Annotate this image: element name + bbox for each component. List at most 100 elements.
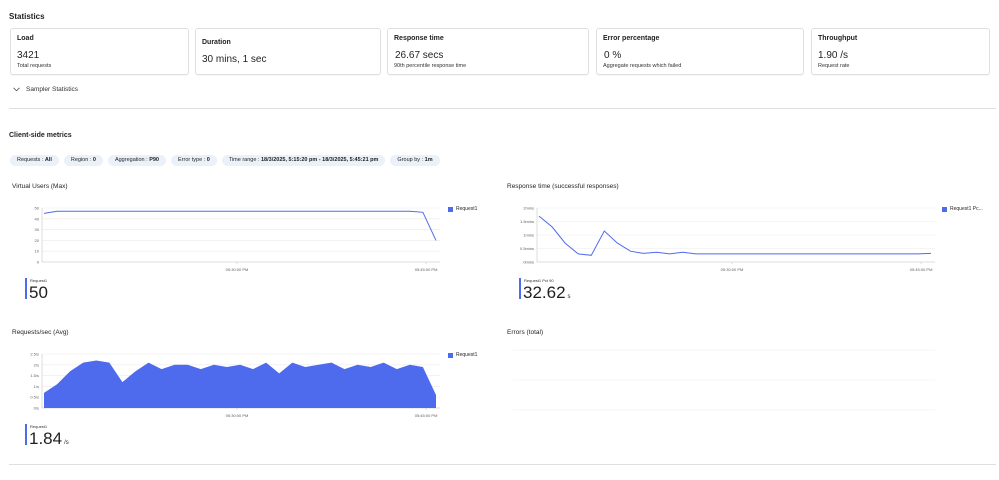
errors-chart (513, 349, 935, 411)
stat-value: 3421 (17, 50, 40, 61)
filter-value: All (44, 157, 52, 163)
filter-error-type[interactable]: Error type : 0 (171, 155, 217, 166)
stat-value: 1.90 /s (818, 50, 849, 61)
stat-sub: Aggregate requests which failed (603, 63, 682, 69)
chart-title-requests-per-sec: Requests/sec (Avg) (12, 329, 69, 336)
y-tick-label: 1.5mins (520, 219, 534, 224)
metric-unit: s (567, 294, 571, 300)
stat-label: Response time (394, 35, 444, 42)
filter-requests[interactable]: Requests : All (10, 155, 59, 166)
x-tick-label: 05:45:00 PM (415, 413, 438, 418)
stat-card-load: Load 3421 Total requests (10, 28, 189, 75)
divider (9, 108, 996, 109)
y-tick-label: 2mins (523, 206, 534, 211)
y-tick-label: 1mins (523, 233, 534, 238)
legend-swatch (942, 206, 947, 212)
y-tick-label: 40 (35, 216, 40, 221)
filter-group-by[interactable]: Group by : 1m (390, 155, 440, 166)
stat-value: 30 mins, 1 sec (202, 54, 267, 65)
metric-value: 32.62 s (523, 284, 571, 306)
metric-number: 50 (29, 283, 48, 302)
x-tick-label: 05:45:00 PM (910, 267, 933, 272)
chart-title-response-time: Response time (successful responses) (507, 183, 619, 190)
x-tick-label: 05:45:00 PM (415, 267, 438, 272)
metric-value: 1.84/s (29, 430, 69, 452)
stat-value: 0 % (604, 50, 622, 61)
stat-value: 26.67 secs (395, 50, 444, 61)
filter-bar: Requests : All Region : 0 Aggregation : … (10, 155, 440, 166)
y-tick-label: 0 (37, 260, 40, 265)
series-line (43, 210, 437, 241)
filter-key: Requests : (17, 157, 44, 163)
metric-accent-bar (25, 278, 27, 299)
legend-swatch (448, 206, 453, 212)
filter-value: P90 (149, 157, 159, 163)
legend-requests-per-sec: Request1 (448, 352, 477, 358)
stat-card-duration: Duration 30 mins, 1 sec (195, 28, 381, 75)
y-tick-label: 0.5/s (30, 395, 39, 400)
metric-virtual-users: Request1 50 (25, 278, 105, 301)
y-tick-label: 1/s (34, 384, 39, 389)
chevron-down-icon (13, 87, 20, 92)
metric-unit: /s (64, 440, 69, 446)
legend-virtual-users: Request1 (448, 206, 477, 212)
client-metrics-title: Client-side metrics (9, 132, 72, 139)
y-tick-label: 0.5mins (520, 246, 534, 251)
statistics-title: Statistics (9, 12, 45, 21)
divider (9, 464, 996, 465)
filter-key: Group by : (397, 157, 424, 163)
filter-key: Error type : (178, 157, 206, 163)
filter-value: 0 (206, 157, 210, 163)
stat-card-throughput: Throughput 1.90 /s Request rate (811, 28, 990, 75)
stat-card-response-time: Response time 26.67 secs 90th percentile… (387, 28, 589, 75)
series-line (538, 215, 932, 256)
stat-sub: 90th percentile response time (394, 63, 467, 69)
y-tick-label: 1.5/s (30, 373, 39, 378)
filter-value: 1m (424, 157, 433, 163)
metric-number: 1.84 (29, 429, 63, 448)
y-tick-label: 2/s (34, 362, 39, 367)
x-tick-label: 05:30:00 PM (226, 413, 249, 418)
filter-aggregation[interactable]: Aggregation : P90 (107, 155, 166, 166)
legend-swatch (448, 352, 453, 358)
filter-region[interactable]: Region : 0 (63, 155, 103, 166)
metric-requests-per-sec: Request1 1.84/s (25, 424, 115, 448)
filter-value: 18/3/2025, 5:15:20 pm - 18/3/2025, 5:45:… (261, 157, 379, 163)
y-tick-label: 0/s (34, 406, 39, 411)
y-tick-label: 20 (35, 238, 40, 243)
sampler-statistics-toggle[interactable]: Sampler Statistics (13, 86, 78, 93)
y-tick-label: 10 (35, 249, 40, 254)
virtual-users-chart: 50 40 30 20 10 0 05:30:00 PM 05:45:00 PM (35, 206, 440, 272)
y-tick-label: 50 (35, 206, 40, 211)
legend-label: Request1 (456, 352, 478, 358)
legend-label: Request1 Pc... (950, 206, 983, 212)
response-time-chart: 2mins 1.5mins 1mins 0.5mins 0mins 05:30:00 PM… (520, 206, 935, 272)
metric-accent-bar (25, 424, 27, 445)
filter-value: 0 (92, 157, 96, 163)
y-tick-label: 30 (35, 227, 40, 232)
filter-key: Region : (70, 157, 92, 163)
metric-response-time: Request1 Pct 90 32.62 s (519, 278, 609, 301)
metric-number: 32.62 (523, 283, 566, 302)
series-area (44, 360, 436, 408)
filter-time-range[interactable]: Time range : 18/3/2025, 5:15:20 pm - 18/… (221, 155, 386, 166)
x-tick-label: 05:30:00 PM (226, 267, 249, 272)
stat-label: Load (17, 35, 34, 42)
filter-key: Aggregation : (114, 157, 148, 163)
filter-key: Time range : (228, 157, 260, 163)
stat-label: Duration (202, 39, 231, 46)
requests-per-sec-chart: 2.5/s 2/s 1.5/s 1/s 0.5/s 0/s 05:30:00 PM 05:45… (30, 352, 440, 418)
y-tick-label: 2.5/s (30, 352, 39, 357)
metric-value: 50 (29, 284, 48, 301)
legend-label: Request1 (456, 206, 478, 212)
chart-title-errors: Errors (total) (507, 329, 544, 336)
x-tick-label: 05:30:00 PM (721, 267, 744, 272)
stat-label: Error percentage (603, 35, 660, 42)
sampler-statistics-label: Sampler Statistics (26, 86, 79, 93)
stat-sub: Total requests (17, 63, 52, 69)
chart-title-virtual-users: Virtual Users (Max) (12, 183, 68, 190)
stat-card-error-percentage: Error percentage 0 % Aggregate requests … (596, 28, 804, 75)
stat-sub: Request rate (818, 63, 850, 69)
y-tick-label: 0mins (523, 260, 534, 265)
metric-accent-bar (519, 278, 521, 299)
